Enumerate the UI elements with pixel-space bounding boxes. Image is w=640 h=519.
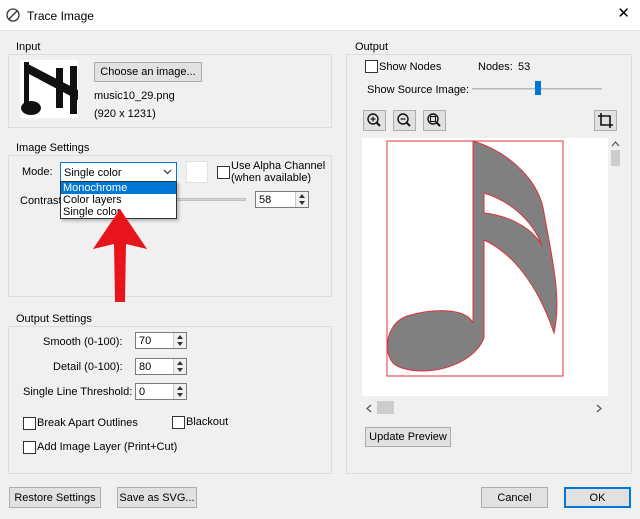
color-swatch[interactable]: [186, 161, 208, 183]
cancel-button[interactable]: Cancel: [481, 487, 548, 508]
zoom-in-button[interactable]: [363, 110, 386, 131]
add-image-layer-checkbox[interactable]: [23, 441, 36, 454]
contrast-value: 58: [259, 194, 272, 206]
use-alpha-sublabel: (when available): [231, 172, 312, 184]
use-alpha-checkbox[interactable]: [217, 166, 230, 179]
scroll-right-icon[interactable]: [596, 404, 602, 413]
mode-option-monochrome[interactable]: Monochrome: [61, 182, 176, 194]
threshold-value: 0: [139, 386, 146, 398]
close-icon[interactable]: ✕: [617, 6, 630, 21]
update-preview-button[interactable]: Update Preview: [365, 427, 451, 447]
output-group-label: Output: [355, 41, 389, 53]
trace-app-icon: [6, 8, 20, 22]
use-alpha-label: Use Alpha Channel: [231, 160, 326, 172]
image-settings-label: Image Settings: [16, 142, 90, 154]
detail-label: Detail (0-100):: [53, 361, 123, 373]
preview-horizontal-scrollbar[interactable]: [362, 399, 608, 416]
blackout-checkbox[interactable]: [172, 416, 185, 429]
traced-note-preview: [386, 140, 564, 377]
mode-label: Mode:: [22, 166, 53, 178]
source-opacity-thumb[interactable]: [535, 81, 541, 95]
crop-button[interactable]: [594, 110, 617, 131]
smooth-spinner[interactable]: 70: [135, 332, 187, 349]
show-nodes-label: Show Nodes: [379, 61, 442, 73]
choose-image-button[interactable]: Choose an image...: [94, 62, 202, 82]
nodes-count: 53: [518, 61, 531, 73]
nodes-label: Nodes:: [478, 61, 513, 73]
zoom-out-icon: [397, 113, 411, 127]
break-apart-label: Break Apart Outlines: [37, 417, 138, 429]
scroll-left-icon[interactable]: [366, 404, 372, 413]
blackout-label: Blackout: [186, 416, 229, 428]
show-source-label: Show Source Image:: [367, 84, 470, 96]
input-group-label: Input: [16, 41, 41, 53]
smooth-value: 70: [139, 335, 152, 347]
contrast-label: Contrast: [20, 195, 62, 207]
smooth-label: Smooth (0-100):: [43, 336, 123, 348]
contrast-slider-track[interactable]: [176, 198, 246, 201]
contrast-spinner[interactable]: 58: [255, 191, 309, 208]
chevron-down-icon: [163, 169, 172, 175]
crop-icon: [598, 113, 613, 128]
mode-select[interactable]: Single color: [60, 162, 177, 182]
scroll-up-icon[interactable]: [611, 141, 620, 147]
preview-canvas[interactable]: [362, 138, 623, 396]
threshold-label: Single Line Threshold:: [23, 386, 133, 398]
zoom-in-icon: [367, 113, 381, 127]
title-bar: Trace Image ✕: [0, 0, 640, 31]
horizontal-scroll-thumb[interactable]: [377, 401, 394, 414]
image-filename: music10_29.png: [94, 90, 175, 102]
image-dimensions: (920 x 1231): [94, 108, 156, 120]
zoom-fit-icon: [427, 113, 441, 127]
ok-button[interactable]: OK: [564, 487, 631, 508]
output-settings-label: Output Settings: [16, 313, 92, 325]
detail-spinner[interactable]: 80: [135, 358, 187, 375]
zoom-fit-button[interactable]: [423, 110, 446, 131]
detail-value: 80: [139, 361, 152, 373]
zoom-out-button[interactable]: [393, 110, 416, 131]
image-thumbnail: [20, 60, 78, 118]
mode-select-value: Single color: [64, 167, 122, 179]
break-apart-checkbox[interactable]: [23, 417, 36, 430]
red-arrow-annotation: [93, 209, 147, 302]
window-title: Trace Image: [27, 9, 94, 23]
save-as-svg-button[interactable]: Save as SVG...: [117, 487, 197, 508]
threshold-spinner[interactable]: 0: [135, 383, 187, 400]
show-nodes-checkbox[interactable]: [365, 60, 378, 73]
vertical-scroll-thumb[interactable]: [611, 150, 620, 166]
restore-settings-button[interactable]: Restore Settings: [9, 487, 101, 508]
preview-vertical-scrollbar[interactable]: [608, 138, 623, 396]
add-image-layer-label: Add Image Layer (Print+Cut): [37, 441, 178, 453]
